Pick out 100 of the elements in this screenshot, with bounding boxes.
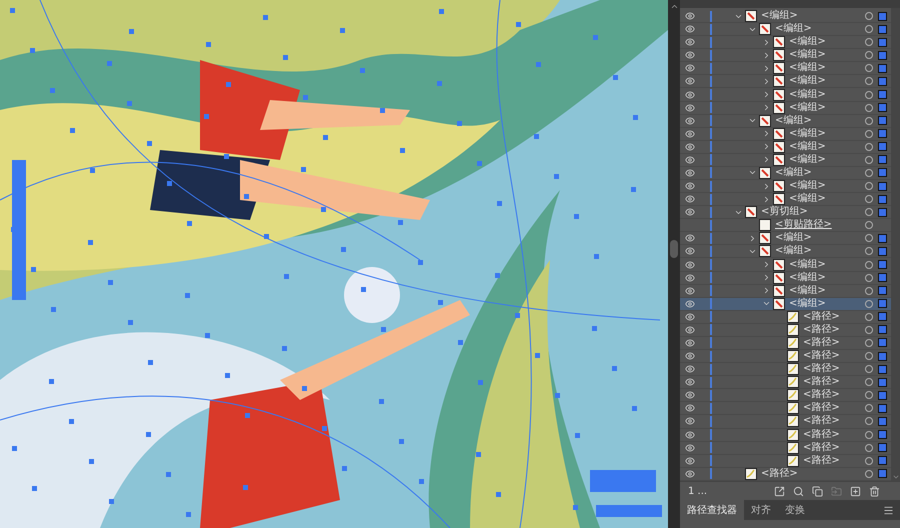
target-circle-icon[interactable]: [865, 247, 873, 256]
selection-square-icon[interactable]: [878, 430, 887, 440]
eye-icon[interactable]: [685, 442, 695, 453]
target-circle-icon[interactable]: [865, 326, 873, 334]
selection-square-icon[interactable]: [878, 364, 887, 374]
layer-row[interactable]: <编组>: [680, 102, 891, 115]
target-circle-icon[interactable]: [865, 365, 873, 374]
target-circle-icon[interactable]: [865, 378, 873, 386]
eye-icon[interactable]: [685, 207, 695, 218]
selection-square-icon[interactable]: [878, 390, 887, 400]
layer-row[interactable]: <编组>: [680, 128, 891, 141]
selection-square-icon[interactable]: [878, 234, 887, 243]
menu-icon[interactable]: [883, 504, 894, 516]
eye-icon[interactable]: [685, 233, 695, 244]
selection-square-icon[interactable]: [878, 24, 887, 34]
eye-icon[interactable]: [685, 194, 695, 204]
target-circle-icon[interactable]: [865, 234, 873, 242]
layer-row[interactable]: <剪贴路径>: [680, 219, 891, 232]
selection-square-icon[interactable]: [878, 456, 887, 466]
selection-square-icon[interactable]: [878, 286, 887, 296]
eye-icon[interactable]: [685, 11, 695, 22]
scroll-down-icon[interactable]: [892, 473, 900, 481]
selection-square-icon[interactable]: [878, 129, 887, 138]
eye-icon[interactable]: [685, 338, 695, 348]
layer-row[interactable]: <编组>: [680, 62, 891, 76]
layer-row[interactable]: <编组>: [680, 10, 891, 24]
layer-row[interactable]: <路径>: [680, 310, 891, 324]
target-circle-icon[interactable]: [865, 352, 873, 360]
layer-row[interactable]: <路径>: [680, 336, 891, 350]
target-circle-icon[interactable]: [865, 64, 873, 72]
target-circle-icon[interactable]: [865, 195, 873, 204]
target-circle-icon[interactable]: [865, 38, 873, 46]
eye-icon[interactable]: [685, 286, 695, 296]
target-circle-icon[interactable]: [865, 90, 873, 98]
layer-row[interactable]: <编组>: [680, 272, 891, 285]
eye-icon[interactable]: [685, 324, 695, 335]
target-circle-icon[interactable]: [865, 25, 873, 34]
eye-icon[interactable]: [685, 142, 695, 152]
layer-row[interactable]: <编组>: [680, 193, 891, 206]
selection-square-icon[interactable]: [878, 103, 887, 112]
panel-tab[interactable]: 路径查找器: [680, 500, 744, 520]
target-circle-icon[interactable]: [865, 274, 873, 282]
layer-row[interactable]: <编组>: [680, 88, 891, 102]
selection-square-icon[interactable]: [878, 325, 887, 334]
target-circle-icon[interactable]: [865, 417, 873, 426]
eye-icon[interactable]: [685, 377, 695, 388]
selection-square-icon[interactable]: [878, 168, 887, 178]
layer-row[interactable]: <编组>: [680, 154, 891, 167]
eye-icon[interactable]: [685, 416, 695, 426]
eye-icon[interactable]: [685, 90, 695, 100]
target-circle-icon[interactable]: [865, 51, 873, 60]
export-icon[interactable]: [774, 486, 785, 496]
target-circle-icon[interactable]: [865, 404, 873, 412]
layer-row[interactable]: <编组>: [680, 258, 891, 272]
target-circle-icon[interactable]: [865, 260, 873, 269]
selection-square-icon[interactable]: [878, 194, 887, 204]
layer-row[interactable]: <编组>: [680, 284, 891, 298]
eye-icon[interactable]: [685, 456, 695, 466]
selection-square-icon[interactable]: [878, 299, 887, 308]
layer-row[interactable]: <编组>: [680, 180, 891, 194]
target-circle-icon[interactable]: [865, 104, 873, 112]
selection-square-icon[interactable]: [878, 116, 887, 126]
eye-icon[interactable]: [685, 298, 695, 309]
layer-row[interactable]: <路径>: [680, 468, 891, 481]
copy-icon[interactable]: [812, 486, 823, 496]
target-circle-icon[interactable]: [865, 312, 873, 321]
layer-row[interactable]: <剪切组>: [680, 206, 891, 220]
eye-icon[interactable]: [685, 390, 695, 400]
target-circle-icon[interactable]: [865, 286, 873, 295]
selection-square-icon[interactable]: [878, 273, 887, 282]
layer-row[interactable]: <编组>: [680, 23, 891, 36]
eye-icon[interactable]: [685, 351, 695, 362]
eye-icon[interactable]: [685, 312, 695, 322]
selection-square-icon[interactable]: [878, 338, 887, 348]
eye-icon[interactable]: [685, 50, 695, 60]
selection-square-icon[interactable]: [878, 246, 887, 256]
eye-icon[interactable]: [685, 24, 695, 34]
layer-row[interactable]: <编组>: [680, 245, 891, 258]
selection-square-icon[interactable]: [878, 182, 887, 191]
target-circle-icon[interactable]: [865, 182, 873, 190]
panel-tab[interactable]: 对齐: [744, 500, 778, 520]
target-circle-icon[interactable]: [865, 430, 873, 439]
selection-square-icon[interactable]: [878, 260, 887, 270]
panel-scroll-handle[interactable]: [670, 240, 678, 258]
target-circle-icon[interactable]: [865, 116, 873, 125]
layer-row[interactable]: <路径>: [680, 428, 891, 442]
selection-square-icon[interactable]: [878, 155, 887, 164]
selection-square-icon[interactable]: [878, 64, 887, 73]
selection-square-icon[interactable]: [878, 76, 887, 86]
layer-row[interactable]: <路径>: [680, 376, 891, 390]
panel-tab[interactable]: 变换: [778, 500, 812, 520]
selection-square-icon[interactable]: [878, 378, 887, 387]
eye-icon[interactable]: [685, 102, 695, 113]
eye-icon[interactable]: [685, 272, 695, 283]
eye-icon[interactable]: [685, 181, 695, 192]
target-circle-icon[interactable]: [865, 338, 873, 347]
eye-icon[interactable]: [685, 128, 695, 139]
layer-row[interactable]: <编组>: [680, 49, 891, 62]
target-circle-icon[interactable]: [865, 444, 873, 452]
layer-row[interactable]: <编组>: [680, 75, 891, 88]
